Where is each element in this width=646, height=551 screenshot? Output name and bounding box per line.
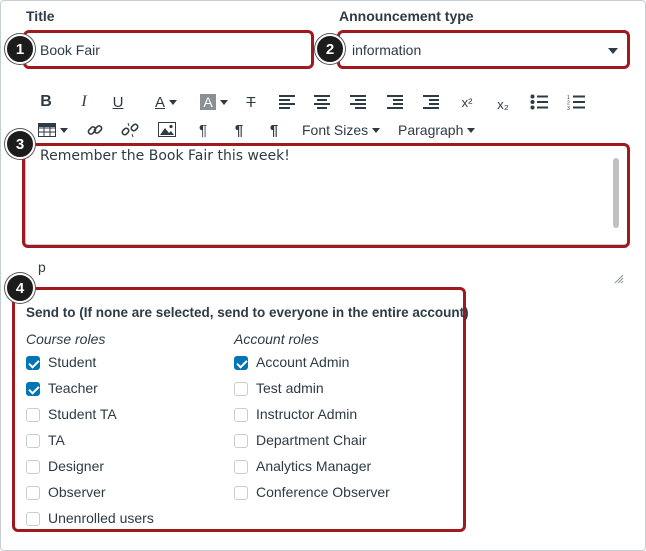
bold-button[interactable]: B (38, 92, 54, 112)
course-roles-label: Course roles (26, 331, 106, 347)
course-role-label[interactable]: Student (48, 354, 96, 370)
course-role-checkbox[interactable] (26, 434, 40, 448)
course-role-checkbox[interactable] (26, 486, 40, 500)
font-color-button[interactable]: A (146, 92, 186, 112)
course-role-label[interactable]: Unenrolled users (48, 510, 154, 526)
font-sizes-label: Font Sizes (302, 122, 369, 138)
font-sizes-dropdown[interactable]: Font Sizes (302, 120, 382, 140)
callout-4: 4 (5, 273, 35, 303)
background-color-icon: A (200, 94, 216, 110)
table-button[interactable] (38, 122, 70, 138)
course-role-checkbox[interactable] (26, 460, 40, 474)
table-icon (38, 123, 56, 137)
caret-icon (219, 99, 228, 105)
pilcrow-icon[interactable]: ¶ (195, 120, 211, 140)
course-role-checkbox[interactable] (26, 356, 40, 370)
highlight-3 (22, 143, 630, 248)
send-to-heading: Send to (If none are selected, send to e… (26, 305, 469, 320)
link-icon[interactable] (86, 121, 104, 139)
announcement-type-label: Announcement type (339, 8, 474, 24)
course-role-label[interactable]: Student TA (48, 406, 117, 422)
account-role-checkbox[interactable] (234, 408, 248, 422)
resize-handle-icon[interactable] (614, 271, 624, 284)
course-role-label[interactable]: Observer (48, 484, 106, 500)
account-roles-label: Account roles (234, 331, 319, 347)
numbered-list-icon[interactable]: 123 (567, 94, 585, 112)
caret-icon (467, 127, 476, 133)
account-role-label[interactable]: Conference Observer (256, 484, 390, 500)
indent-icon[interactable] (423, 95, 439, 109)
account-role-checkbox[interactable] (234, 434, 248, 448)
course-role-label[interactable]: Designer (48, 458, 104, 474)
editor-path: p (38, 259, 46, 275)
bullet-list-icon[interactable] (530, 94, 548, 110)
account-role-checkbox[interactable] (234, 486, 248, 500)
account-role-label[interactable]: Test admin (256, 380, 324, 396)
callout-2: 2 (315, 34, 345, 64)
caret-icon (60, 127, 68, 133)
paragraph-label: Paragraph (398, 122, 464, 138)
account-role-label[interactable]: Account Admin (256, 354, 349, 370)
subscript-button[interactable]: x₂ (494, 94, 512, 114)
title-label: Title (26, 8, 55, 24)
account-role-label[interactable]: Instructor Admin (256, 406, 357, 422)
image-icon[interactable] (158, 122, 176, 138)
course-role-label[interactable]: Teacher (48, 380, 98, 396)
account-role-checkbox[interactable] (234, 382, 248, 396)
course-role-label[interactable]: TA (48, 432, 65, 448)
course-role-checkbox[interactable] (26, 512, 40, 526)
highlight-2 (337, 30, 630, 69)
ltr-direction-icon[interactable]: ¶ (229, 120, 249, 140)
clear-formatting-button[interactable]: T (242, 92, 260, 112)
callout-1: 1 (5, 34, 35, 64)
highlight-1 (23, 30, 314, 69)
account-role-checkbox[interactable] (234, 460, 248, 474)
align-center-icon[interactable] (314, 95, 330, 109)
account-role-label[interactable]: Analytics Manager (256, 458, 371, 474)
background-color-button[interactable]: A (194, 92, 234, 112)
font-color-icon: A (154, 93, 165, 111)
superscript-button[interactable]: x² (458, 92, 476, 112)
underline-button[interactable]: U (110, 92, 126, 112)
svg-text:3: 3 (567, 106, 570, 110)
unlink-icon[interactable] (121, 121, 139, 139)
paragraph-dropdown[interactable]: Paragraph (398, 120, 478, 140)
callout-3: 3 (5, 129, 35, 159)
caret-icon (372, 127, 381, 133)
outdent-icon[interactable] (387, 95, 403, 109)
align-left-icon[interactable] (279, 95, 295, 109)
account-role-checkbox[interactable] (234, 356, 248, 370)
course-role-checkbox[interactable] (26, 382, 40, 396)
caret-icon (169, 99, 177, 105)
align-right-icon[interactable] (350, 95, 366, 109)
rtl-direction-icon[interactable]: ¶ (264, 120, 284, 140)
account-role-label[interactable]: Department Chair (256, 432, 367, 448)
italic-button[interactable]: I (76, 92, 92, 112)
course-role-checkbox[interactable] (26, 408, 40, 422)
